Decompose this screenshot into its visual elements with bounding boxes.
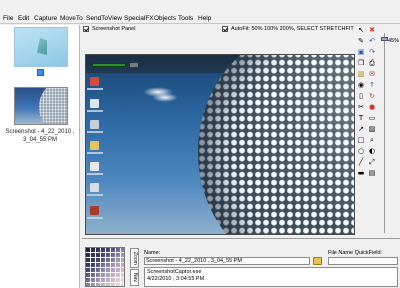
- delete-icon[interactable]: ✖: [368, 26, 376, 34]
- menu-objects[interactable]: Objects: [154, 15, 176, 23]
- desktop-icon-7-label: [87, 217, 103, 219]
- thumbnail-sidebar: Screenshot - 4_22_2010 , 3_04_55 PM: [0, 25, 80, 288]
- quickfield-label: File Name QuickField:: [328, 250, 383, 256]
- fill-icon[interactable]: ▨: [368, 125, 376, 133]
- blur-icon[interactable]: ●: [368, 103, 376, 111]
- color-icon[interactable]: ◐: [368, 147, 376, 155]
- redo-icon[interactable]: ↷: [368, 48, 376, 56]
- copy-icon[interactable]: ❐: [357, 59, 365, 67]
- menu-specialfx[interactable]: SpecialFX: [124, 15, 154, 23]
- menu-bar: File Edit Capture MoveTo SendTo View Spe…: [0, 0, 400, 24]
- desktop-icon-4: [90, 141, 99, 150]
- text-icon[interactable]: T: [357, 114, 365, 122]
- highlight-icon[interactable]: ▭: [368, 114, 376, 122]
- select-icon[interactable]: ↖: [357, 26, 365, 34]
- crop-icon[interactable]: ✂: [357, 103, 365, 111]
- name-label: Name:: [144, 250, 161, 256]
- info-timestamp: 4/22/2010 , 3:04:55 PM: [147, 276, 205, 282]
- undo-icon[interactable]: ↶: [368, 37, 376, 45]
- zoom-slider[interactable]: 45%: [380, 25, 400, 238]
- menu-file[interactable]: File: [3, 15, 13, 23]
- camera-icon[interactable]: ◉: [357, 81, 365, 89]
- resize-icon[interactable]: ⤢: [368, 158, 376, 166]
- folder-icon[interactable]: [313, 257, 322, 265]
- eraser-icon[interactable]: ▬: [357, 169, 365, 177]
- zoom-value: 45%: [388, 38, 400, 44]
- pencil-icon[interactable]: ✎: [357, 37, 365, 45]
- shadow-icon[interactable]: ▤: [368, 169, 376, 177]
- rect-icon[interactable]: □: [357, 136, 365, 144]
- menu-capture[interactable]: Capture: [34, 15, 57, 23]
- zoom-track[interactable]: [384, 33, 385, 233]
- tab-zoom[interactable]: Zoom: [130, 248, 139, 268]
- screenshot-preview[interactable]: [85, 54, 355, 235]
- preview-building-shade: [198, 55, 354, 234]
- preview-progress-bar: [92, 63, 126, 67]
- details-panel: Zoom Nav Name: Screenshot - 4_22_2010 , …: [82, 238, 400, 288]
- color-swatch-grid[interactable]: [85, 247, 125, 287]
- page-icon[interactable]: ▯: [357, 92, 365, 100]
- menu-sendto[interactable]: SendTo: [86, 15, 108, 23]
- zoom-icon[interactable]: ⌕: [368, 136, 376, 144]
- menu-edit[interactable]: Edit: [18, 15, 29, 23]
- quickfield-input[interactable]: [328, 257, 398, 265]
- right-toolbar: ↖ ✖ ✎ ↶ ▣ ↷ ❐ ⎙ ▧ ✉ ◉ ↑ ▯ ↻ ✂ ● T ▭ ↗ ▨ …: [355, 25, 380, 238]
- autofit-label: AutoFit: 50% 100% 200%, SELECT STRETCHFI…: [231, 26, 354, 32]
- desktop-icon-3-label: [87, 131, 103, 133]
- line-icon[interactable]: ╱: [357, 158, 365, 166]
- thumbnail-1-image: [37, 38, 47, 55]
- menu-help[interactable]: Help: [198, 15, 211, 23]
- preview-cloud-2: [152, 93, 178, 102]
- desktop-icon-3: [90, 120, 99, 129]
- autofit-checkbox[interactable]: [222, 26, 228, 32]
- desktop-icon-1: [90, 77, 99, 86]
- desktop-icon-6: [90, 183, 99, 192]
- menu-tools[interactable]: Tools: [178, 15, 193, 23]
- desktop-icon-5: [90, 162, 99, 171]
- preview-progress-end: [130, 63, 138, 67]
- desktop-icon-5-label: [87, 173, 103, 175]
- thumbnail-1[interactable]: [14, 27, 68, 67]
- thumbnail-2[interactable]: [14, 87, 68, 125]
- email-icon[interactable]: ✉: [368, 70, 376, 78]
- desktop-icon-1-label: [87, 88, 103, 90]
- thumbnail-2-image: [39, 88, 67, 124]
- save-icon[interactable]: ▣: [357, 48, 365, 56]
- desktop-icon-2-label: [87, 110, 103, 112]
- arrow-icon[interactable]: ↗: [357, 125, 365, 133]
- options-row: Screenshot Panel AutoFit: 50% 100% 200%,…: [82, 25, 354, 34]
- upload-icon[interactable]: ↑: [368, 81, 376, 89]
- name-field[interactable]: Screenshot - 4_22_2010 , 3_04_55 PM: [144, 257, 310, 265]
- ellipse-icon[interactable]: ○: [357, 147, 365, 155]
- screenshot-panel-label: Screenshot Panel: [92, 26, 136, 32]
- zoom-handle[interactable]: [381, 37, 388, 41]
- menu-moveto[interactable]: MoveTo: [60, 15, 83, 23]
- desktop-icon-6-label: [87, 194, 103, 196]
- desktop-icon-4-label: [87, 152, 103, 154]
- rotate-icon[interactable]: ↻: [368, 92, 376, 100]
- file-info-box: ScreenshotCaptor.exe 4/22/2010 , 3:04:55…: [144, 267, 398, 287]
- thumbnail-selected-marker[interactable]: [37, 69, 44, 76]
- tab-nav[interactable]: Nav: [130, 269, 139, 286]
- info-app: ScreenshotCaptor.exe: [147, 269, 202, 275]
- desktop-icon-2: [90, 99, 99, 108]
- menu-view[interactable]: View: [108, 15, 122, 23]
- thumbnail-2-caption: Screenshot - 4_22_2010 , 3_04_55 PM: [5, 129, 75, 143]
- image-icon[interactable]: ▧: [357, 70, 365, 78]
- desktop-icon-7: [90, 206, 99, 215]
- print-icon[interactable]: ⎙: [368, 59, 376, 67]
- screenshot-panel-checkbox[interactable]: [83, 26, 89, 32]
